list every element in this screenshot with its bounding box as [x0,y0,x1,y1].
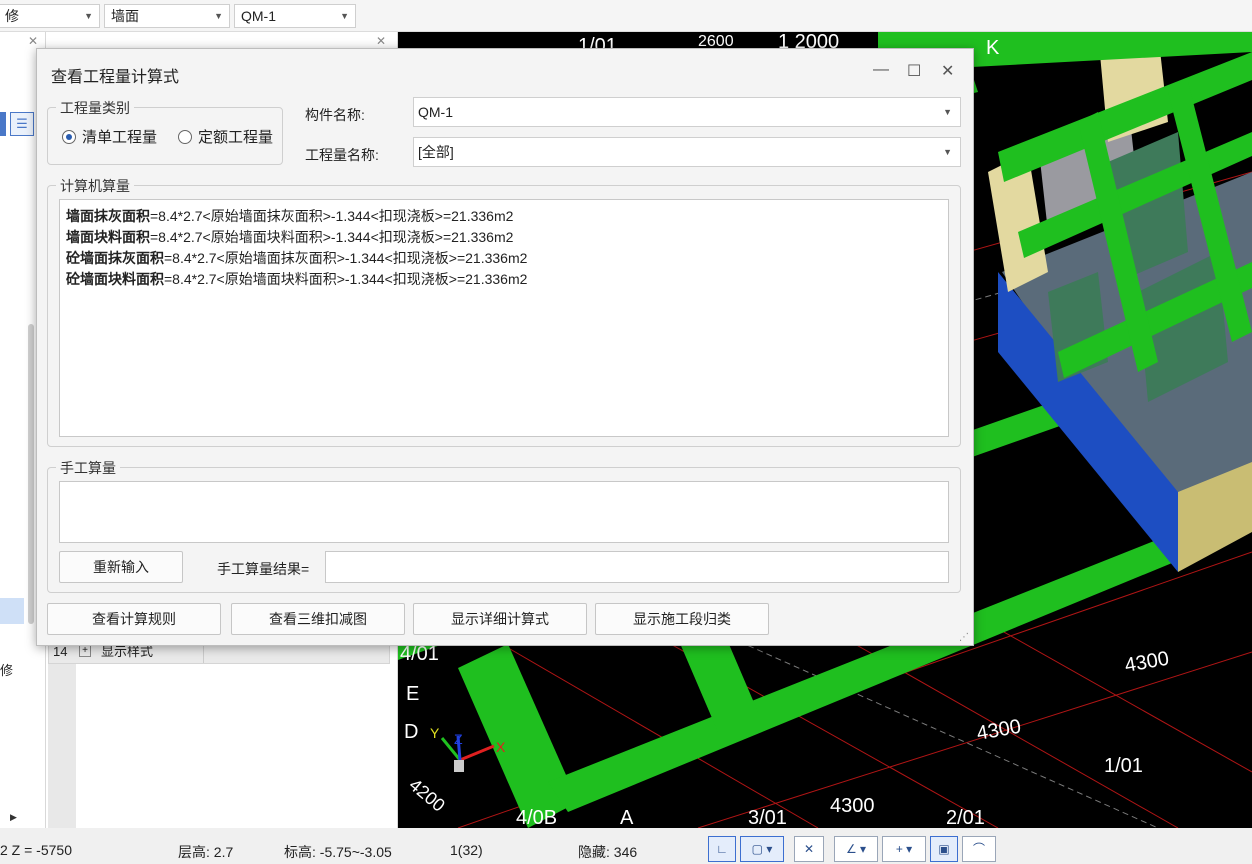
manual-result-input[interactable] [325,551,949,583]
angle-snap-icon[interactable]: ∠ ▾ [834,836,878,862]
component-combo-value: QM-1 [241,8,276,24]
calc-line: 砼墙面抹灰面积=8.4*2.7<原始墙面抹灰面积>-1.344<扣现浇板>=21… [66,250,528,266]
resize-grip-icon[interactable]: ⋰ [959,632,969,643]
show-stage-classify-button[interactable]: 显示施工段归类 [595,603,769,635]
dialog-title: 查看工程量计算式 [51,69,180,86]
status-bar: 2 Z = -5750 层高: 2.7 标高: -5.75~-3.05 1(32… [0,836,1252,864]
chevron-right-icon[interactable]: ▶ [10,812,17,823]
quantity-type-group: 工程量类别 清单工程量 定额工程量 [47,98,283,165]
type-combo-value: 修 [5,8,19,24]
quantity-name-value: [全部] [418,144,454,160]
quantity-name-label: 工程量名称: [305,147,379,163]
radio-bill-quantity[interactable]: 清单工程量 [62,126,157,147]
expand-icon[interactable]: + [79,645,91,657]
close-icon[interactable]: ✕ [28,34,38,48]
dimension-label: 4300 [830,795,875,817]
offset-snap-icon[interactable]: + ▾ [882,836,926,862]
axis-label-d: D [404,721,418,743]
close-icon[interactable]: ✕ [376,34,386,48]
arc-tool-icon[interactable]: ⌒ [962,836,996,862]
radio-label: 定额工程量 [198,129,274,146]
top-toolbar: 修 ▼ 墙面 ▼ QM-1 ▼ [0,0,1252,32]
chevron-down-icon: ▼ [340,11,349,21]
show-detail-formula-button[interactable]: 显示详细计算式 [413,603,587,635]
dimension-label: 4300 [1123,648,1171,677]
selected-nav-item[interactable] [0,598,24,624]
quantity-name-select[interactable]: [全部] ▼ [413,137,961,167]
axis-x-label: X [496,739,506,755]
axis-label: 2/01 [946,807,985,828]
chevron-down-icon: ▼ [84,11,93,21]
axis-y-label: Y [430,725,440,741]
radio-quota-quantity[interactable]: 定额工程量 [178,126,273,147]
dimension-label: 4200 [405,775,449,816]
close-icon[interactable]: ✕ [941,61,954,81]
group-legend: 计算机算量 [56,176,134,196]
axis-label: K [986,37,1000,59]
chevron-down-icon: ▼ [943,147,952,157]
axis-label: 1/01 [1104,755,1143,777]
radio-checked-icon [62,130,76,144]
axis-label: 4/01 [400,643,439,665]
component-name-label: 构件名称: [305,107,365,123]
side-label: 修 [0,663,14,678]
manual-calc-textarea[interactable] [59,481,949,543]
calc-line: 墙面抹灰面积=8.4*2.7<原始墙面抹灰面积>-1.344<扣现浇板>=21.… [66,208,514,224]
dimension-label: 4300 [975,716,1023,745]
minimize-icon[interactable]: — [873,61,889,79]
row-header-column [48,664,76,828]
category-combo[interactable]: 墙面 ▼ [104,4,230,28]
cross-snap-icon[interactable]: ✕ [794,836,824,862]
axis-label: 4/0B [516,807,557,828]
calc-line: 墙面块料面积=8.4*2.7<原始墙面块料面积>-1.344<扣现浇板>=21.… [66,229,514,245]
elevation: 标高: -5.75~-3.05 [284,844,392,860]
manual-result-label: 手工算量结果= [217,561,310,577]
list-view-icon[interactable]: ☰ [10,112,34,136]
nav-marker [0,112,6,136]
chevron-down-icon: ▼ [214,11,223,21]
calc-formula-textarea[interactable]: 墙面抹灰面积=8.4*2.7<原始墙面抹灰面积>-1.344<扣现浇板>=21.… [59,199,949,437]
hidden-count: 隐藏: 346 [578,844,638,860]
group-legend: 工程量类别 [56,98,134,118]
calc-line: 砼墙面块料面积=8.4*2.7<原始墙面块料面积>-1.344<扣现浇板>=21… [66,271,528,287]
selection-count: 1(32) [450,842,483,858]
chevron-down-icon: ▼ [943,107,952,117]
axis-label: A [620,807,634,828]
maximize-icon[interactable]: ☐ [907,61,921,81]
quantity-formula-dialog: 查看工程量计算式 — ☐ ✕ 工程量类别 清单工程量 定额工程量 构件名称: Q… [36,48,974,646]
category-combo-value: 墙面 [111,8,139,24]
axis-label-e: E [406,683,419,705]
ortho-mode-icon[interactable]: ∟ [708,836,736,862]
radio-unchecked-icon [178,130,192,144]
group-legend: 手工算量 [56,458,120,478]
component-name-value: QM-1 [418,104,453,120]
component-name-select[interactable]: QM-1 ▼ [413,97,961,127]
floor-height: 层高: 2.7 [178,844,234,860]
display-toggle-icon[interactable]: ▣ [930,836,958,862]
shape-mode-icon[interactable]: ▢ ▾ [740,836,784,862]
axis-z-label: Z [454,731,463,747]
reenter-button[interactable]: 重新输入 [59,551,183,583]
axis-label: 3/01 [748,807,787,828]
component-combo[interactable]: QM-1 ▼ [234,4,356,28]
left-scrollbar[interactable] [28,324,34,624]
coordinate-readout: 2 Z = -5750 [0,842,72,858]
view-rules-button[interactable]: 查看计算规则 [47,603,221,635]
radio-label: 清单工程量 [82,129,158,146]
view-3d-deduction-button[interactable]: 查看三维扣减图 [231,603,405,635]
type-combo[interactable]: 修 ▼ [0,4,100,28]
